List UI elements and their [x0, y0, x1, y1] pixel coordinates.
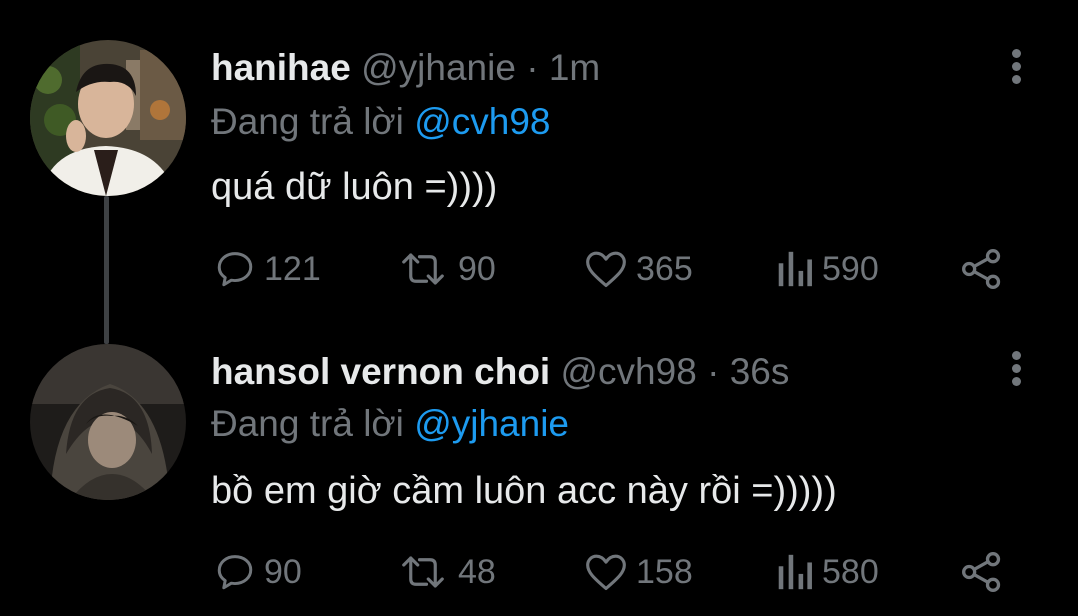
separator-dot: · — [526, 47, 539, 88]
retweet-count: 48 — [458, 552, 496, 591]
views-button[interactable]: 590 — [774, 244, 879, 294]
vertical-dots-icon — [1002, 351, 1030, 386]
views-button[interactable]: 580 — [774, 547, 879, 597]
user-handle[interactable]: @yjhanie — [361, 47, 516, 88]
tweet-text: quá dữ luôn =)))) — [211, 166, 498, 208]
comment-bubble-icon — [217, 555, 253, 590]
avatar-photo — [30, 344, 186, 500]
share-button[interactable] — [960, 244, 1004, 294]
avatar[interactable] — [30, 344, 186, 500]
share-icon — [962, 249, 1001, 289]
tweet[interactable]: hansol vernon choi @cvh98 · 36s Đang trả… — [0, 300, 1078, 616]
display-name[interactable]: hanihae — [211, 47, 351, 88]
heart-icon — [586, 251, 626, 288]
tweet-header: hanihae @yjhanie · 1m — [211, 44, 600, 92]
share-button[interactable] — [960, 547, 1004, 597]
retweet-count: 90 — [458, 249, 496, 288]
like-button[interactable]: 158 — [584, 547, 693, 597]
avatar-photo — [30, 40, 186, 196]
vertical-dots-icon — [1002, 49, 1030, 84]
replying-to: Đang trả lời @yjhanie — [211, 400, 569, 448]
heart-icon — [586, 554, 626, 591]
tweet-header: hansol vernon choi @cvh98 · 36s — [211, 348, 789, 396]
reply-count: 90 — [264, 552, 302, 591]
like-button[interactable]: 365 — [584, 244, 693, 294]
more-options-button[interactable] — [1002, 46, 1030, 92]
separator-dot: · — [707, 351, 720, 392]
tweet-actions: 90 48 158 580 — [0, 547, 1078, 597]
display-name[interactable]: hansol vernon choi — [211, 351, 550, 392]
replying-to-mention[interactable]: @yjhanie — [414, 403, 569, 444]
bar-chart-icon — [778, 554, 812, 590]
retweet-icon — [402, 253, 444, 285]
replying-to-label: Đang trả lời — [211, 101, 404, 142]
replying-to-mention[interactable]: @cvh98 — [414, 101, 550, 142]
more-options-button[interactable] — [1002, 348, 1030, 394]
reply-button[interactable]: 121 — [214, 244, 321, 294]
retweet-button[interactable]: 48 — [396, 547, 496, 597]
retweet-icon — [402, 556, 444, 588]
retweet-button[interactable]: 90 — [396, 244, 496, 294]
reply-button[interactable]: 90 — [214, 547, 302, 597]
timestamp[interactable]: 36s — [730, 351, 790, 392]
user-handle[interactable]: @cvh98 — [561, 351, 697, 392]
view-count: 590 — [822, 249, 879, 288]
avatar[interactable] — [30, 40, 186, 196]
reply-count: 121 — [264, 249, 321, 288]
like-count: 365 — [636, 249, 693, 288]
comment-bubble-icon — [217, 252, 253, 287]
share-icon — [962, 552, 1001, 592]
tweet-text: bồ em giờ cầm luôn acc này rồi =))))) — [211, 470, 837, 512]
like-count: 158 — [636, 552, 693, 591]
replying-to-label: Đang trả lời — [211, 403, 404, 444]
bar-chart-icon — [778, 251, 812, 287]
tweet-actions: 121 90 365 590 — [0, 244, 1078, 294]
replying-to: Đang trả lời @cvh98 — [211, 98, 550, 146]
view-count: 580 — [822, 552, 879, 591]
tweet[interactable]: hanihae @yjhanie · 1m Đang trả lời @cvh9… — [0, 0, 1078, 300]
timestamp[interactable]: 1m — [549, 47, 600, 88]
